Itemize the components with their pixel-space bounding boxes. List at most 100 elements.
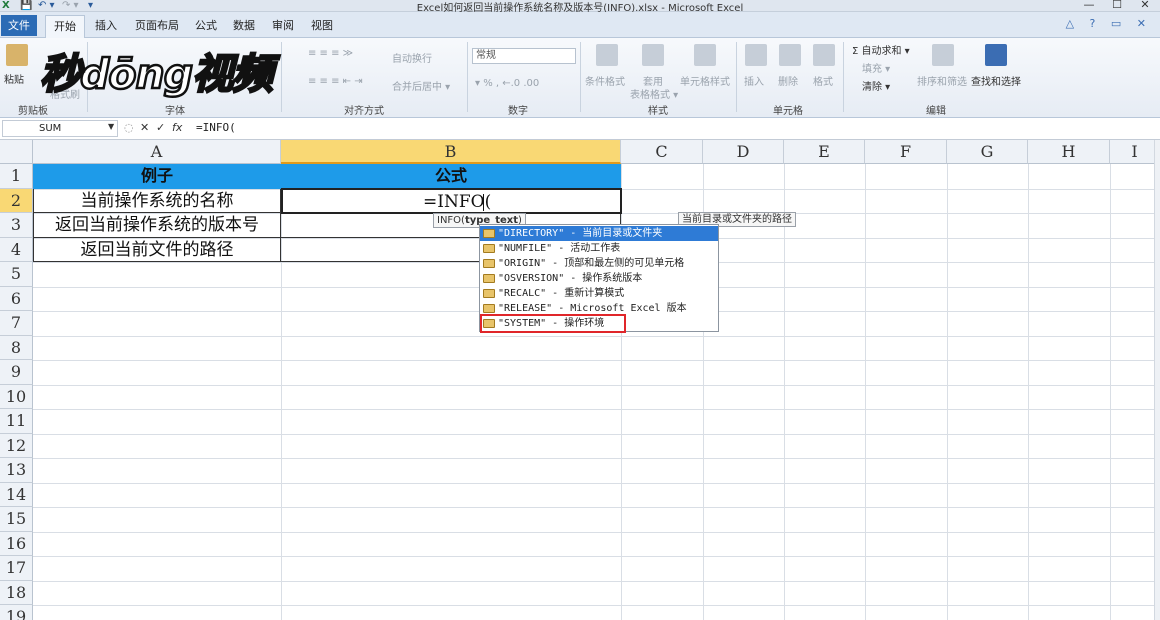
cell-a3[interactable]: 返回当前操作系统的版本号	[33, 213, 281, 238]
cell-styles-icon[interactable]	[694, 44, 716, 66]
cell-styles-button[interactable]: 单元格样式	[680, 73, 730, 88]
tab-view[interactable]: 视图	[311, 17, 333, 33]
formula-input[interactable]: =INFO(	[192, 120, 1152, 137]
column-header-g[interactable]: G	[947, 140, 1028, 164]
column-header-i[interactable]: I	[1110, 140, 1160, 164]
tab-formulas[interactable]: 公式	[195, 17, 217, 33]
select-all-corner[interactable]	[0, 140, 33, 164]
row-header-12[interactable]: 12	[0, 433, 33, 458]
vertical-scrollbar[interactable]	[1154, 140, 1160, 620]
tab-data[interactable]: 数据	[233, 17, 255, 33]
tab-review[interactable]: 审阅	[272, 17, 294, 33]
number-format-icons[interactable]: ▾ % , ←.0 .00	[475, 78, 539, 89]
column-header-a[interactable]: A	[33, 140, 281, 164]
title-bar: X 💾 ↶ ▾ ↷ ▾ ▾ Excel如何返回当前操作系统名称及版本号(INFO…	[0, 0, 1160, 14]
row-header-6[interactable]: 6	[0, 286, 33, 311]
column-header-c[interactable]: C	[621, 140, 703, 164]
cell-b2-active[interactable]: =INFO(	[281, 188, 622, 214]
paste-button[interactable]: 粘贴	[4, 71, 24, 86]
group-separator	[467, 42, 468, 112]
cell-b2-formula: =INFO(	[423, 192, 492, 212]
format-cells-button[interactable]: 格式	[813, 73, 833, 88]
row-header-17[interactable]: 17	[0, 556, 33, 581]
cell-b1[interactable]: 公式	[281, 164, 621, 189]
find-select-icon[interactable]	[985, 44, 1007, 66]
column-header-d[interactable]: D	[703, 140, 784, 164]
align-left-icon[interactable]: ≡ ≡ ≡ ⇤ ⇥	[308, 76, 363, 87]
column-header-f[interactable]: F	[865, 140, 947, 164]
align-top-icon[interactable]: ≡ ≡ ≡ ≫	[308, 48, 353, 59]
maximize-button[interactable]: ☐	[1102, 0, 1132, 11]
row-header-15[interactable]: 15	[0, 507, 33, 532]
format-as-table-label: 表格格式 ▾	[630, 90, 679, 101]
row-header-11[interactable]: 11	[0, 409, 33, 434]
chevron-down-icon[interactable]: ▼	[108, 122, 114, 131]
conditional-formatting-button[interactable]: 条件格式	[585, 73, 625, 88]
cell-a4[interactable]: 返回当前文件的路径	[33, 237, 281, 262]
tab-file[interactable]: 文件	[1, 15, 37, 36]
cell-a2[interactable]: 当前操作系统的名称	[33, 188, 281, 213]
clear-button[interactable]: 清除 ▾	[862, 78, 890, 93]
row-header-5[interactable]: 5	[0, 262, 33, 287]
group-label-clipboard: 剪贴板	[18, 106, 48, 117]
gridline	[33, 605, 1160, 606]
number-format-select[interactable]: 常规	[472, 48, 576, 64]
merge-center-button[interactable]: 合并后居中 ▾	[392, 78, 450, 93]
gridline	[33, 531, 1160, 533]
enter-icon[interactable]: ✓	[156, 121, 165, 134]
insert-cells-button[interactable]: 插入	[744, 73, 764, 88]
autocomplete-item[interactable]: "NUMFILE" - 活动工作表	[480, 241, 718, 256]
delete-cells-icon[interactable]	[779, 44, 801, 66]
tab-insert[interactable]: 插入	[95, 17, 117, 33]
autocomplete-item[interactable]: "ORIGIN" - 顶部和最左侧的可见单元格	[480, 256, 718, 271]
autocomplete-item[interactable]: "OSVERSION" - 操作系统版本	[480, 271, 718, 286]
cell-a1[interactable]: 例子	[33, 164, 281, 189]
worksheet-grid[interactable]: A B C D E F G H I 1 2 3 4 5 6 7 8 9 10 11 12 13 14 15 1…	[0, 140, 1160, 620]
minimize-button[interactable]: —	[1074, 0, 1104, 11]
cancel-icon[interactable]: ✕	[140, 121, 149, 134]
autocomplete-item[interactable]: "DIRECTORY" - 当前目录或文件夹	[480, 226, 718, 241]
row-header-1[interactable]: 1	[0, 164, 33, 189]
format-cells-icon[interactable]	[813, 44, 835, 66]
watermark-logo-text: 秒dōng视频	[39, 49, 275, 100]
row-header-19[interactable]: 19	[0, 605, 33, 620]
row-header-18[interactable]: 18	[0, 580, 33, 605]
group-label-cells: 单元格	[773, 106, 803, 117]
tab-page-layout[interactable]: 页面布局	[135, 17, 179, 33]
paste-icon[interactable]	[6, 44, 28, 66]
gridline	[784, 164, 785, 620]
argument-icon	[483, 289, 495, 298]
format-as-table-icon[interactable]	[642, 44, 664, 66]
row-header-13[interactable]: 13	[0, 458, 33, 483]
autosum-button[interactable]: Σ 自动求和 ▾	[852, 42, 910, 57]
row-header-8[interactable]: 8	[0, 335, 33, 360]
group-label-editing: 编辑	[926, 106, 946, 117]
fill-button[interactable]: 填充 ▾	[862, 60, 890, 75]
row-header-16[interactable]: 16	[0, 531, 33, 556]
column-header-b[interactable]: B	[281, 140, 621, 164]
find-select-button[interactable]: 查找和选择	[971, 73, 1021, 88]
row-header-9[interactable]: 9	[0, 360, 33, 385]
sort-filter-button[interactable]: 排序和筛选	[917, 73, 967, 88]
insert-cells-icon[interactable]	[745, 44, 767, 66]
insert-function-icon[interactable]: fx	[172, 121, 182, 134]
close-button[interactable]: ✕	[1130, 0, 1160, 11]
sort-filter-icon[interactable]	[932, 44, 954, 66]
tab-home[interactable]: 开始	[45, 15, 85, 39]
row-header-3[interactable]: 3	[0, 213, 33, 238]
delete-cells-button[interactable]: 删除	[778, 73, 798, 88]
row-header-2[interactable]: 2	[0, 188, 33, 213]
row-header-14[interactable]: 14	[0, 482, 33, 507]
ribbon-help-icons[interactable]: △ ? ▭ ✕	[1066, 17, 1152, 30]
column-header-h[interactable]: H	[1028, 140, 1110, 164]
group-separator	[736, 42, 737, 112]
row-header-10[interactable]: 10	[0, 384, 33, 409]
row-header-4[interactable]: 4	[0, 237, 33, 262]
name-box[interactable]: SUM	[2, 120, 118, 137]
column-header-e[interactable]: E	[784, 140, 865, 164]
wrap-text-button[interactable]: 自动换行	[392, 50, 432, 65]
conditional-formatting-icon[interactable]	[596, 44, 618, 66]
argument-icon	[483, 304, 495, 313]
autocomplete-item[interactable]: "RECALC" - 重新计算模式	[480, 286, 718, 301]
row-header-7[interactable]: 7	[0, 311, 33, 336]
